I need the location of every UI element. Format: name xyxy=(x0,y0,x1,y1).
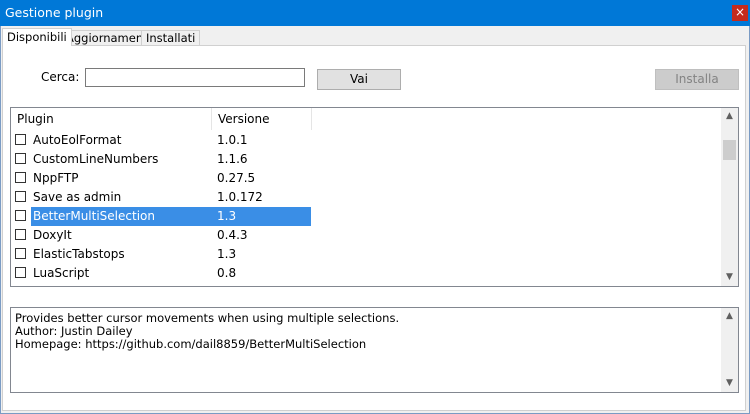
plugin-version: 1.1.6 xyxy=(217,152,248,166)
search-input[interactable] xyxy=(85,68,305,87)
plugin-name: CustomLineNumbers xyxy=(33,152,159,166)
table-row[interactable]: NppFTP 0.27.5 xyxy=(11,169,311,188)
row-checkbox[interactable] xyxy=(15,267,26,278)
plugin-version: 1.3 xyxy=(211,207,311,226)
plugin-name: LuaScript xyxy=(33,266,90,280)
table-row[interactable]: DoxyIt 0.4.3 xyxy=(11,226,311,245)
window-title: Gestione plugin xyxy=(5,5,104,20)
row-checkbox[interactable] xyxy=(15,191,26,202)
list-scrollbar[interactable]: ▲ ▼ xyxy=(721,108,738,286)
description-line: Provides better cursor movements when us… xyxy=(15,311,400,325)
table-row[interactable]: AutoEolFormat 1.0.1 xyxy=(11,131,311,150)
plugin-list[interactable]: Plugin Versione AutoEolFormat 1.0.1 Cust… xyxy=(10,107,739,287)
plugin-name: ElasticTabstops xyxy=(33,247,125,261)
window-border-left xyxy=(0,26,1,414)
row-checkbox[interactable] xyxy=(15,210,26,221)
plugin-version: 1.0.1 xyxy=(217,133,248,147)
row-checkbox[interactable] xyxy=(15,153,26,164)
plugin-name: NppFTP xyxy=(33,171,79,185)
scroll-up-icon[interactable]: ▲ xyxy=(721,308,738,325)
row-checkbox[interactable] xyxy=(15,134,26,145)
close-icon: × xyxy=(734,5,746,19)
scroll-up-icon[interactable]: ▲ xyxy=(721,108,738,125)
plugin-version: 0.8 xyxy=(217,266,237,280)
list-header: Plugin Versione xyxy=(11,108,723,130)
column-header-version[interactable]: Versione xyxy=(212,108,312,130)
description-line: Author: Justin Dailey xyxy=(15,324,133,338)
description-line: Homepage: https://github.com/dail8859/Be… xyxy=(15,337,367,351)
plugin-name: BetterMultiSelection xyxy=(31,207,212,226)
scroll-thumb[interactable] xyxy=(723,140,736,160)
close-button[interactable]: × xyxy=(732,5,748,21)
table-row[interactable]: ElasticTabstops 1.3 xyxy=(11,245,311,264)
tab-installati[interactable]: Installati xyxy=(141,30,201,46)
install-button[interactable]: Installa xyxy=(655,69,739,90)
plugin-name: Save as admin xyxy=(33,190,122,204)
scroll-down-icon[interactable]: ▼ xyxy=(721,375,738,392)
table-row[interactable]: Save as admin 1.0.172 xyxy=(11,188,311,207)
title-bar: Gestione plugin × xyxy=(0,0,750,26)
row-checkbox[interactable] xyxy=(15,248,26,259)
plugin-description[interactable]: Provides better cursor movements when us… xyxy=(10,307,739,393)
plugin-version: 0.27.5 xyxy=(217,171,256,185)
table-row[interactable]: CustomLineNumbers 1.1.6 xyxy=(11,150,311,169)
table-row-selected[interactable]: BetterMultiSelection 1.3 xyxy=(11,207,311,226)
row-checkbox[interactable] xyxy=(15,229,26,240)
plugin-version: 1.3 xyxy=(217,247,237,261)
scroll-down-icon[interactable]: ▼ xyxy=(721,269,738,286)
description-scrollbar[interactable]: ▲ ▼ xyxy=(721,308,738,392)
plugin-version: 0.4.3 xyxy=(217,228,248,242)
go-button[interactable]: Vai xyxy=(317,69,401,90)
search-label: Cerca: xyxy=(41,70,80,84)
plugin-version: 1.0.172 xyxy=(217,190,263,204)
row-checkbox[interactable] xyxy=(15,172,26,183)
column-header-plugin[interactable]: Plugin xyxy=(11,108,212,130)
plugin-name: DoxyIt xyxy=(33,228,72,242)
tab-disponibili[interactable]: Disponibili xyxy=(2,28,72,46)
table-row[interactable]: LuaScript 0.8 xyxy=(11,264,311,283)
plugin-name: AutoEolFormat xyxy=(33,133,122,147)
